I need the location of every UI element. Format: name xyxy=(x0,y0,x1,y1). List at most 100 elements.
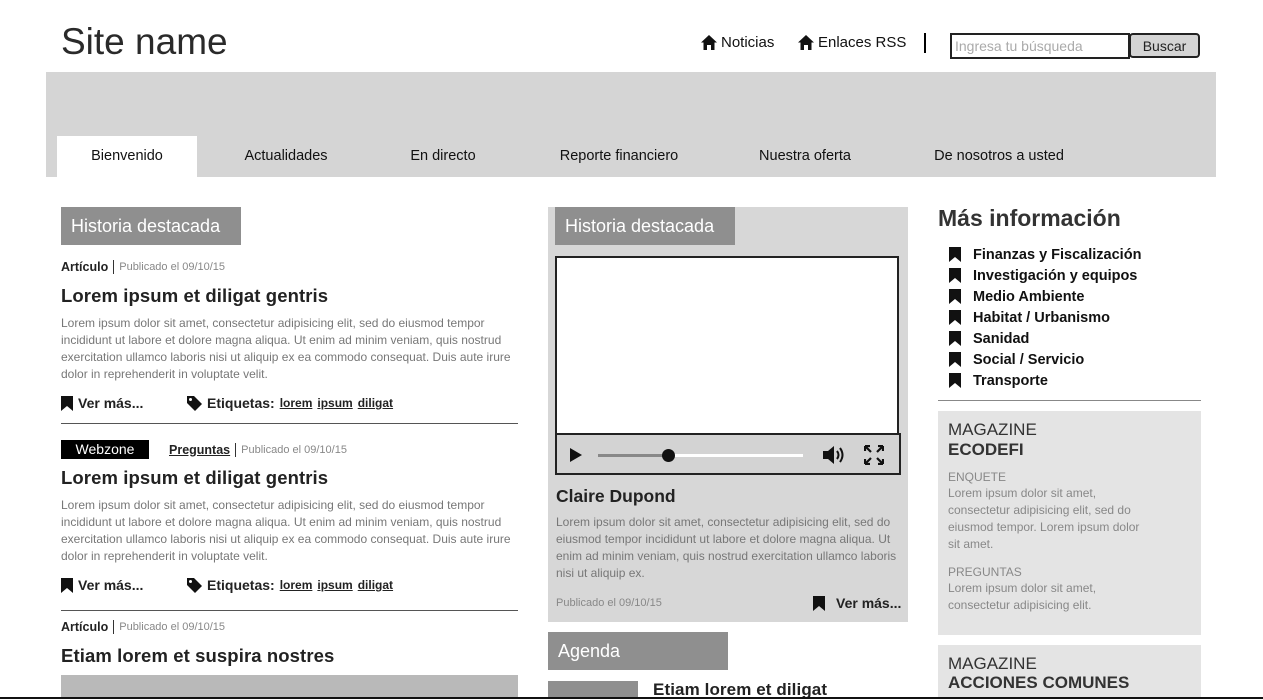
divider xyxy=(938,400,1201,401)
featured-excerpt: Lorem ipsum dolor sit amet, consectetur … xyxy=(556,515,897,580)
more-info-link[interactable]: Finanzas y Fiscalización xyxy=(949,244,1141,265)
magazine-kicker: MAGAZINE xyxy=(948,654,1037,673)
search-input[interactable] xyxy=(950,33,1130,59)
search-button[interactable]: Buscar xyxy=(1129,33,1200,58)
article-date: Publicado el 09/10/15 xyxy=(241,443,347,456)
more-info-label: Sanidad xyxy=(973,330,1030,347)
bookmark-icon xyxy=(949,310,961,325)
article-date: Publicado el 09/10/15 xyxy=(119,621,226,633)
video-controls xyxy=(555,433,901,475)
article-meta: Artículo Publicado el 09/10/15 xyxy=(61,260,225,274)
nav-link-rss[interactable]: Enlaces RSS xyxy=(798,34,906,51)
bookmark-icon xyxy=(949,373,961,388)
article-title[interactable]: Etiam lorem et suspira nostres xyxy=(61,645,334,667)
divider xyxy=(61,610,518,611)
tags-label: Etiquetas: xyxy=(207,395,275,411)
bookmark-icon xyxy=(949,268,961,283)
agenda-title: Agenda xyxy=(548,632,728,670)
magazine-card[interactable]: MAGAZINE ECODEFI ENQUETE Lorem ipsum dol… xyxy=(938,411,1201,635)
nav-link-label: Noticias xyxy=(721,34,775,51)
tab-nuestra-oferta[interactable]: Nuestra oferta xyxy=(745,136,865,177)
more-info-link[interactable]: Medio Ambiente xyxy=(949,286,1141,307)
article-kind-link[interactable]: Preguntas xyxy=(169,442,237,457)
more-info-link[interactable]: Transporte xyxy=(949,370,1141,391)
home-icon xyxy=(701,35,717,50)
tag-link[interactable]: diligat xyxy=(358,578,393,592)
magazine-card[interactable]: MAGAZINE ACCIONES COMUNES xyxy=(938,645,1201,699)
read-more-label: Ver más... xyxy=(836,595,902,611)
video-progress-fill xyxy=(598,454,668,457)
video-progress-track[interactable] xyxy=(598,454,803,457)
section-title: Historia destacada xyxy=(61,207,241,245)
bookmark-icon xyxy=(813,595,825,611)
more-info-title: Más información xyxy=(938,205,1121,231)
tag-link[interactable]: ipsum xyxy=(317,396,352,410)
more-info-label: Investigación y equipos xyxy=(973,267,1138,284)
bookmark-icon xyxy=(949,352,961,367)
magazine-section-text: Lorem ipsum dolor sit amet, consectetur … xyxy=(948,581,1097,612)
tags-label: Etiquetas: xyxy=(207,577,275,593)
header-divider xyxy=(924,33,926,53)
bookmark-icon xyxy=(949,289,961,304)
more-info-label: Habitat / Urbanismo xyxy=(973,309,1110,326)
bookmark-icon xyxy=(61,577,73,593)
article-kind: Artículo xyxy=(61,620,115,634)
tab-actualidades[interactable]: Actualidades xyxy=(226,136,346,177)
more-info-label: Finanzas y Fiscalización xyxy=(973,246,1142,263)
featured-title[interactable]: Claire Dupond xyxy=(556,486,676,507)
fullscreen-icon[interactable] xyxy=(864,445,884,465)
read-more-label: Ver más... xyxy=(78,577,144,593)
article-title[interactable]: Lorem ipsum et diligat gentris xyxy=(61,467,328,489)
tag-icon xyxy=(187,577,202,593)
magazine-name: ECODEFI xyxy=(948,440,1024,459)
more-info-link[interactable]: Investigación y equipos xyxy=(949,265,1141,286)
video-progress-handle[interactable] xyxy=(661,449,675,462)
webzone-badge: Webzone xyxy=(61,440,149,459)
magazine-section-text: Lorem ipsum dolor sit amet, consectetur … xyxy=(948,486,1140,551)
tab-reporte-financiero[interactable]: Reporte financiero xyxy=(549,136,689,177)
magazine-kicker: MAGAZINE xyxy=(948,420,1037,439)
tab-en-directo[interactable]: En directo xyxy=(393,136,493,177)
more-info-list: Finanzas y Fiscalización Investigación y… xyxy=(949,244,1141,391)
read-more-link[interactable]: Ver más... xyxy=(61,577,143,593)
article-title[interactable]: Lorem ipsum et diligat gentris xyxy=(61,285,328,307)
read-more-link[interactable]: Ver más... xyxy=(813,595,901,611)
more-info-link[interactable]: Habitat / Urbanismo xyxy=(949,307,1141,328)
bookmark-icon xyxy=(61,395,73,411)
more-info-label: Transporte xyxy=(973,372,1048,389)
nav-link-label: Enlaces RSS xyxy=(818,34,907,51)
article-meta: Webzone Preguntas Publicado el 09/10/15 xyxy=(61,440,347,459)
more-info-link[interactable]: Social / Servicio xyxy=(949,349,1141,370)
read-more-link[interactable]: Ver más... xyxy=(61,395,143,411)
more-info-link[interactable]: Sanidad xyxy=(949,328,1141,349)
volume-icon[interactable] xyxy=(823,445,847,465)
site-name[interactable]: Site name xyxy=(61,21,228,63)
nav-link-noticias[interactable]: Noticias xyxy=(701,34,774,51)
featured-date: Publicado el 09/10/15 xyxy=(556,597,662,609)
section-title: Historia destacada xyxy=(555,207,735,245)
article-tags: Etiquetas: lorem ipsum diligat xyxy=(187,577,393,593)
article-meta: Artículo Publicado el 09/10/15 xyxy=(61,620,225,634)
tag-link[interactable]: ipsum xyxy=(317,578,352,592)
more-info-label: Medio Ambiente xyxy=(973,288,1085,305)
article-tags: Etiquetas: lorem ipsum diligat xyxy=(187,395,393,411)
tag-icon xyxy=(187,395,202,411)
tag-link[interactable]: diligat xyxy=(358,396,393,410)
article-date: Publicado el 09/10/15 xyxy=(119,261,226,273)
bookmark-icon xyxy=(949,247,961,262)
tag-link[interactable]: lorem xyxy=(280,578,313,592)
more-info-label: Social / Servicio xyxy=(973,351,1085,368)
magazine-name: ACCIONES COMUNES xyxy=(948,673,1130,692)
play-icon[interactable] xyxy=(570,448,582,462)
tab-de-nosotros-a-usted[interactable]: De nosotros a usted xyxy=(925,136,1073,177)
article-excerpt: Lorem ipsum dolor sit amet, consectetur … xyxy=(61,316,511,381)
bookmark-icon xyxy=(949,331,961,346)
tag-link[interactable]: lorem xyxy=(280,396,313,410)
tab-bienvenido[interactable]: Bienvenido xyxy=(57,136,197,177)
read-more-label: Ver más... xyxy=(78,395,144,411)
home-icon xyxy=(798,35,814,50)
article-image xyxy=(61,675,518,699)
article-excerpt: Lorem ipsum dolor sit amet, consectetur … xyxy=(61,498,511,563)
article-kind: Artículo xyxy=(61,260,115,274)
magazine-section-label: PREGUNTAS xyxy=(948,565,1022,579)
